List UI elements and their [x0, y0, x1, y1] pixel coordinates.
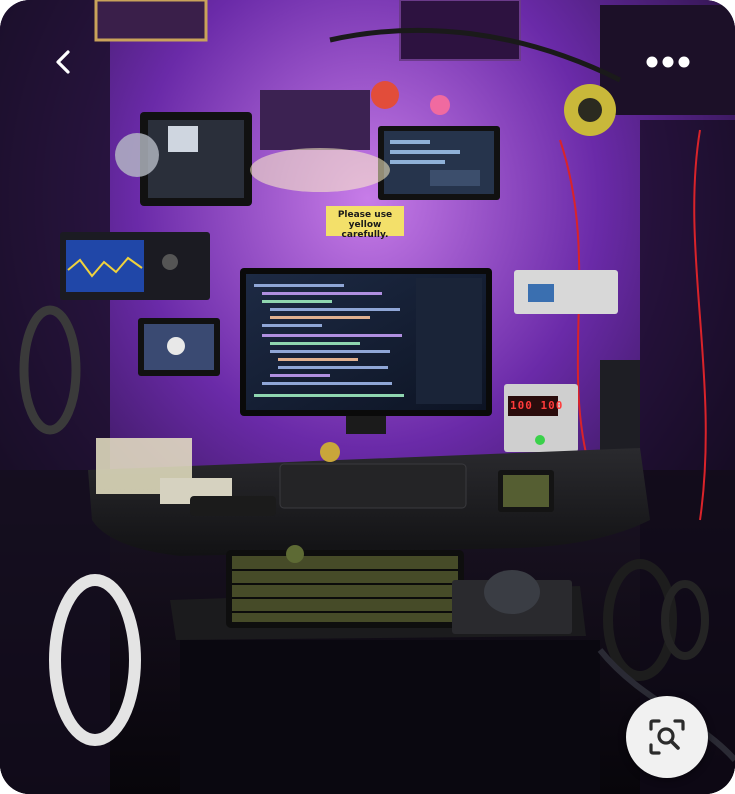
right-shelf-shadow: [640, 120, 735, 794]
wall-sign-text: Please use yellow carefully.: [337, 210, 393, 240]
computer-mouse: [484, 570, 540, 614]
code-line: [390, 150, 460, 154]
screen-figure: [167, 337, 185, 355]
desk-puck: [320, 442, 340, 462]
workstation-photo: [0, 0, 735, 794]
monitor-stand: [346, 416, 386, 434]
round-mirror: [115, 133, 159, 177]
under-desk: [180, 640, 600, 794]
power-supply-readout: 100 100: [510, 399, 564, 412]
macro-keys: [503, 475, 549, 507]
oscilloscope-screen: [66, 240, 144, 292]
red-bottle: [371, 81, 399, 109]
pink-bottle: [430, 95, 450, 115]
editor-side-panel: [416, 278, 482, 404]
instrument-display: [528, 284, 554, 302]
visual-search-icon: [649, 719, 685, 755]
keyboard-knob: [286, 545, 304, 563]
solder-station: [600, 360, 640, 450]
wall-poster-left: [94, 0, 208, 42]
back-button[interactable]: [40, 38, 88, 86]
power-led: [535, 435, 545, 445]
photo-viewer: Please use yellow carefully. 100 100: [0, 0, 735, 794]
phone-on-desk: [190, 496, 276, 516]
code-line: [390, 140, 430, 144]
lamp-glow: [250, 148, 390, 192]
shelf-clutter: [260, 90, 370, 150]
oscilloscope-knob: [162, 254, 178, 270]
more-dots-icon: [646, 56, 690, 68]
visual-search-button[interactable]: [626, 696, 708, 778]
window-panel: [430, 170, 480, 186]
album-art: [168, 126, 198, 152]
desk-mat: [279, 463, 467, 509]
more-options-button[interactable]: [632, 38, 704, 86]
chevron-left-icon: [56, 50, 70, 74]
code-line: [390, 160, 445, 164]
tape-roll-core: [578, 98, 602, 122]
